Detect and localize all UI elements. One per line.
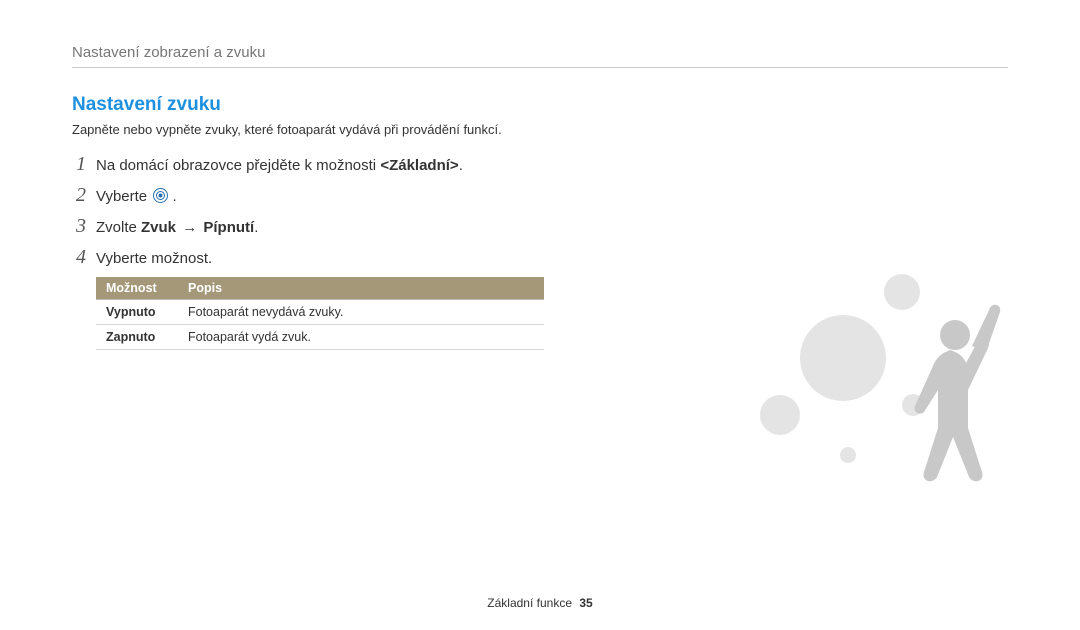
page-header: Nastavení zobrazení a zvuku bbox=[72, 44, 1008, 61]
col-description: Popis bbox=[178, 277, 544, 300]
cell-option: Zapnuto bbox=[96, 325, 178, 350]
document-page: Nastavení zobrazení a zvuku Nastavení zv… bbox=[0, 0, 1080, 630]
step-number: 2 bbox=[72, 184, 86, 207]
cell-description: Fotoaparát vydá zvuk. bbox=[178, 325, 544, 350]
step-3: 3 Zvolte Zvuk → Pípnutí. bbox=[72, 215, 1008, 238]
table-row: Zapnuto Fotoaparát vydá zvuk. bbox=[96, 325, 544, 350]
header-divider bbox=[72, 67, 1008, 68]
cell-description: Fotoaparát nevydává zvuky. bbox=[178, 300, 544, 325]
options-table: Možnost Popis Vypnuto Fotoaparát nevydáv… bbox=[96, 277, 544, 350]
step-1: 1 Na domácí obrazovce přejděte k možnost… bbox=[72, 153, 1008, 176]
section-heading: Nastavení zvuku bbox=[72, 94, 1008, 116]
step-text: Zvolte Zvuk → Pípnutí. bbox=[96, 219, 258, 236]
col-option: Možnost bbox=[96, 277, 178, 300]
step-2: 2 Vyberte . bbox=[72, 184, 1008, 207]
step-text: Na domácí obrazovce přejděte k možnosti … bbox=[96, 157, 463, 174]
settings-target-icon bbox=[153, 188, 168, 203]
step-4: 4 Vyberte možnost. bbox=[72, 246, 1008, 269]
section-description: Zapněte nebo vypněte zvuky, které fotoap… bbox=[72, 122, 1008, 137]
decorative-illustration bbox=[680, 250, 1040, 570]
step-text: Vyberte možnost. bbox=[96, 250, 212, 267]
step-text: Vyberte . bbox=[96, 188, 177, 205]
steps-list: 1 Na domácí obrazovce přejděte k možnost… bbox=[72, 153, 1008, 269]
table-header-row: Možnost Popis bbox=[96, 277, 544, 300]
footer-page-number: 35 bbox=[579, 596, 592, 610]
footer-section: Základní funkce bbox=[487, 596, 572, 610]
cell-option: Vypnuto bbox=[96, 300, 178, 325]
page-footer: Základní funkce 35 bbox=[0, 596, 1080, 610]
step-number: 3 bbox=[72, 215, 86, 238]
step-number: 4 bbox=[72, 246, 86, 269]
step-number: 1 bbox=[72, 153, 86, 176]
child-silhouette-icon bbox=[915, 305, 1001, 482]
table-row: Vypnuto Fotoaparát nevydává zvuky. bbox=[96, 300, 544, 325]
